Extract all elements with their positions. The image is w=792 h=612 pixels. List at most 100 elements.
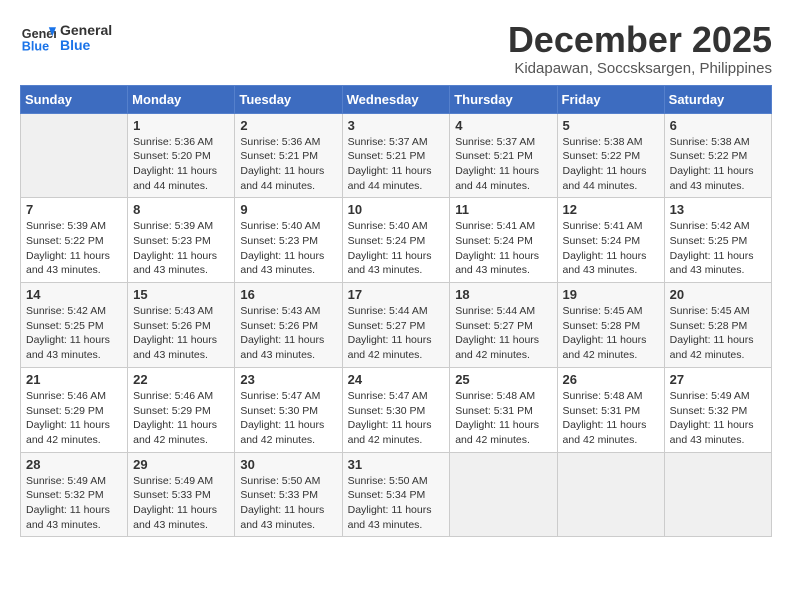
day-number: 22 xyxy=(133,372,229,387)
svg-text:Blue: Blue xyxy=(22,40,49,54)
calendar-cell: 6 Sunrise: 5:38 AM Sunset: 5:22 PM Daylig… xyxy=(664,113,771,198)
day-number: 1 xyxy=(133,118,229,133)
calendar-cell: 8 Sunrise: 5:39 AM Sunset: 5:23 PM Daylig… xyxy=(128,198,235,283)
day-number: 2 xyxy=(240,118,336,133)
calendar-cell: 15Sunrise: 5:43 AM Sunset: 5:26 PM Dayli… xyxy=(128,283,235,368)
col-header-saturday: Saturday xyxy=(664,85,771,113)
calendar-cell: 1 Sunrise: 5:36 AM Sunset: 5:20 PM Daylig… xyxy=(128,113,235,198)
col-header-thursday: Thursday xyxy=(450,85,557,113)
calendar-cell: 30Sunrise: 5:50 AM Sunset: 5:33 PM Dayli… xyxy=(235,452,342,537)
calendar-cell: 17 Sunrise: 5:44 AM Sunset: 5:27 PM Dayli… xyxy=(342,283,450,368)
calendar-table: SundayMondayTuesdayWednesdayThursdayFrid… xyxy=(20,85,772,538)
calendar-cell: 28 Sunrise: 5:49 AM Sunset: 5:32 PM Dayli… xyxy=(21,452,128,537)
calendar-cell: 25 Sunrise: 5:48 AM Sunset: 5:31 PM Dayli… xyxy=(450,367,557,452)
day-info: Sunrise: 5:42 AM Sunset: 5:25 PM Dayligh… xyxy=(26,304,122,363)
day-number: 20 xyxy=(670,287,766,302)
day-number: 5 xyxy=(563,118,659,133)
calendar-cell: 23 Sunrise: 5:47 AM Sunset: 5:30 PM Dayli… xyxy=(235,367,342,452)
day-number: 21 xyxy=(26,372,122,387)
day-info: Sunrise: 5:38 AM Sunset: 5:22 PM Dayligh… xyxy=(563,135,659,194)
day-number: 18 xyxy=(455,287,551,302)
calendar-cell: 29Sunrise: 5:49 AM Sunset: 5:33 PM Dayli… xyxy=(128,452,235,537)
day-info: Sunrise: 5:44 AM Sunset: 5:27 PM Dayligh… xyxy=(348,304,445,363)
day-info: Sunrise: 5:41 AM Sunset: 5:24 PM Dayligh… xyxy=(455,219,551,278)
calendar-cell: 10 Sunrise: 5:40 AM Sunset: 5:24 PM Dayli… xyxy=(342,198,450,283)
day-info: Sunrise: 5:38 AM Sunset: 5:22 PM Dayligh… xyxy=(670,135,766,194)
day-number: 26 xyxy=(563,372,659,387)
col-header-wednesday: Wednesday xyxy=(342,85,450,113)
title-area: December 2025 Kidapawan, Soccsksargen, P… xyxy=(508,20,772,77)
logo: General Blue General Blue xyxy=(20,20,112,56)
day-number: 17 xyxy=(348,287,445,302)
day-info: Sunrise: 5:39 AM Sunset: 5:23 PM Dayligh… xyxy=(133,219,229,278)
day-number: 30 xyxy=(240,457,336,472)
day-info: Sunrise: 5:44 AM Sunset: 5:27 PM Dayligh… xyxy=(455,304,551,363)
calendar-cell xyxy=(450,452,557,537)
day-number: 19 xyxy=(563,287,659,302)
calendar-week-1: 1 Sunrise: 5:36 AM Sunset: 5:20 PM Daylig… xyxy=(21,113,772,198)
day-number: 25 xyxy=(455,372,551,387)
day-info: Sunrise: 5:36 AM Sunset: 5:21 PM Dayligh… xyxy=(240,135,336,194)
logo-general-text: General xyxy=(60,23,112,38)
day-info: Sunrise: 5:40 AM Sunset: 5:23 PM Dayligh… xyxy=(240,219,336,278)
calendar-cell xyxy=(21,113,128,198)
day-number: 9 xyxy=(240,202,336,217)
day-info: Sunrise: 5:36 AM Sunset: 5:20 PM Dayligh… xyxy=(133,135,229,194)
day-info: Sunrise: 5:47 AM Sunset: 5:30 PM Dayligh… xyxy=(348,389,445,448)
calendar-cell: 31Sunrise: 5:50 AM Sunset: 5:34 PM Dayli… xyxy=(342,452,450,537)
calendar-cell: 26 Sunrise: 5:48 AM Sunset: 5:31 PM Dayli… xyxy=(557,367,664,452)
day-info: Sunrise: 5:49 AM Sunset: 5:32 PM Dayligh… xyxy=(26,474,122,533)
logo-icon: General Blue xyxy=(20,20,56,56)
day-info: Sunrise: 5:45 AM Sunset: 5:28 PM Dayligh… xyxy=(563,304,659,363)
day-info: Sunrise: 5:40 AM Sunset: 5:24 PM Dayligh… xyxy=(348,219,445,278)
day-info: Sunrise: 5:46 AM Sunset: 5:29 PM Dayligh… xyxy=(26,389,122,448)
calendar-cell: 13 Sunrise: 5:42 AM Sunset: 5:25 PM Dayli… xyxy=(664,198,771,283)
calendar-cell: 9 Sunrise: 5:40 AM Sunset: 5:23 PM Daylig… xyxy=(235,198,342,283)
day-number: 24 xyxy=(348,372,445,387)
calendar-cell: 27Sunrise: 5:49 AM Sunset: 5:32 PM Dayli… xyxy=(664,367,771,452)
col-header-sunday: Sunday xyxy=(21,85,128,113)
calendar-cell: 7 Sunrise: 5:39 AM Sunset: 5:22 PM Daylig… xyxy=(21,198,128,283)
month-title: December 2025 xyxy=(508,20,772,60)
calendar-cell: 2 Sunrise: 5:36 AM Sunset: 5:21 PM Daylig… xyxy=(235,113,342,198)
col-header-tuesday: Tuesday xyxy=(235,85,342,113)
day-number: 4 xyxy=(455,118,551,133)
calendar-cell: 16Sunrise: 5:43 AM Sunset: 5:26 PM Dayli… xyxy=(235,283,342,368)
calendar-cell: 12Sunrise: 5:41 AM Sunset: 5:24 PM Dayli… xyxy=(557,198,664,283)
day-number: 13 xyxy=(670,202,766,217)
day-info: Sunrise: 5:48 AM Sunset: 5:31 PM Dayligh… xyxy=(563,389,659,448)
day-number: 16 xyxy=(240,287,336,302)
day-info: Sunrise: 5:42 AM Sunset: 5:25 PM Dayligh… xyxy=(670,219,766,278)
day-number: 6 xyxy=(670,118,766,133)
calendar-week-5: 28 Sunrise: 5:49 AM Sunset: 5:32 PM Dayli… xyxy=(21,452,772,537)
day-number: 10 xyxy=(348,202,445,217)
calendar-cell: 21 Sunrise: 5:46 AM Sunset: 5:29 PM Dayli… xyxy=(21,367,128,452)
day-info: Sunrise: 5:41 AM Sunset: 5:24 PM Dayligh… xyxy=(563,219,659,278)
day-number: 23 xyxy=(240,372,336,387)
calendar-cell: 11Sunrise: 5:41 AM Sunset: 5:24 PM Dayli… xyxy=(450,198,557,283)
calendar-cell: 22 Sunrise: 5:46 AM Sunset: 5:29 PM Dayli… xyxy=(128,367,235,452)
day-number: 28 xyxy=(26,457,122,472)
day-number: 8 xyxy=(133,202,229,217)
day-info: Sunrise: 5:39 AM Sunset: 5:22 PM Dayligh… xyxy=(26,219,122,278)
day-number: 29 xyxy=(133,457,229,472)
col-header-monday: Monday xyxy=(128,85,235,113)
col-header-friday: Friday xyxy=(557,85,664,113)
calendar-cell: 4 Sunrise: 5:37 AM Sunset: 5:21 PM Daylig… xyxy=(450,113,557,198)
day-number: 14 xyxy=(26,287,122,302)
day-info: Sunrise: 5:46 AM Sunset: 5:29 PM Dayligh… xyxy=(133,389,229,448)
day-number: 7 xyxy=(26,202,122,217)
day-info: Sunrise: 5:47 AM Sunset: 5:30 PM Dayligh… xyxy=(240,389,336,448)
calendar-header-row: SundayMondayTuesdayWednesdayThursdayFrid… xyxy=(21,85,772,113)
logo-blue-text: Blue xyxy=(60,38,112,53)
calendar-cell: 5 Sunrise: 5:38 AM Sunset: 5:22 PM Daylig… xyxy=(557,113,664,198)
page-header: General Blue General Blue December 2025 … xyxy=(20,20,772,77)
day-info: Sunrise: 5:43 AM Sunset: 5:26 PM Dayligh… xyxy=(133,304,229,363)
day-number: 31 xyxy=(348,457,445,472)
calendar-cell: 3Sunrise: 5:37 AM Sunset: 5:21 PM Daylig… xyxy=(342,113,450,198)
day-number: 27 xyxy=(670,372,766,387)
day-info: Sunrise: 5:37 AM Sunset: 5:21 PM Dayligh… xyxy=(455,135,551,194)
day-info: Sunrise: 5:48 AM Sunset: 5:31 PM Dayligh… xyxy=(455,389,551,448)
calendar-cell: 18 Sunrise: 5:44 AM Sunset: 5:27 PM Dayli… xyxy=(450,283,557,368)
calendar-cell xyxy=(664,452,771,537)
